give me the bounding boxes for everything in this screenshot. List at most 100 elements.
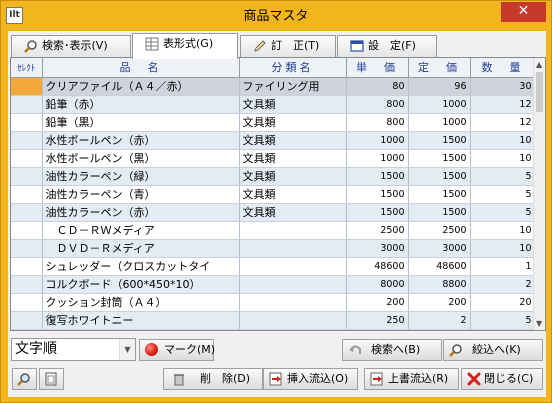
delete-button[interactable]: 削 除(D) xyxy=(163,368,263,390)
name-cell[interactable]: 油性カラーペン（青） xyxy=(42,185,240,204)
category-cell[interactable]: 文具類 xyxy=(239,167,347,186)
column-header-name[interactable]: 品 名 xyxy=(42,58,240,78)
category-cell[interactable] xyxy=(239,293,347,312)
select-cell[interactable] xyxy=(11,95,43,114)
quantity-cell[interactable]: 12 xyxy=(470,113,536,132)
select-cell[interactable] xyxy=(11,185,43,204)
unit-price-cell[interactable]: 48600 xyxy=(346,257,409,276)
category-cell[interactable] xyxy=(239,221,347,240)
name-cell[interactable]: 水性ボールペン（赤） xyxy=(42,131,240,150)
name-cell[interactable]: 油性カラーペン（緑） xyxy=(42,167,240,186)
select-cell[interactable] xyxy=(11,311,43,330)
list-price-cell[interactable]: 2 xyxy=(408,311,471,330)
column-header-category[interactable]: 分類名 xyxy=(239,58,347,78)
column-header-select[interactable]: ｾﾚｸﾄ xyxy=(11,58,43,78)
unit-price-cell[interactable]: 250 xyxy=(346,311,409,330)
table-row[interactable]: 鉛筆（黒） 文具類 800 1000 12 xyxy=(11,113,536,132)
select-cell[interactable] xyxy=(11,221,43,240)
vertical-scrollbar[interactable]: ▲ ▼ xyxy=(533,58,545,330)
product-grid[interactable]: ｾﾚｸﾄ 品 名 分類名 単 価 定 価 数 量 クリアファイル（Ａ４／赤） ファ… xyxy=(10,57,546,331)
table-row[interactable]: 水性ボールペン（黒） 文具類 1000 1500 10 xyxy=(11,149,536,168)
unit-price-cell[interactable]: 80 xyxy=(346,77,409,96)
select-cell[interactable] xyxy=(11,131,43,150)
tab-table-format[interactable]: 表形式(G) xyxy=(132,33,238,59)
category-cell[interactable] xyxy=(239,311,347,330)
list-price-cell[interactable]: 3000 xyxy=(408,239,471,258)
table-row[interactable]: シュレッダー（クロスカットタイ 48600 48600 1 xyxy=(11,257,536,276)
unit-price-cell[interactable]: 1000 xyxy=(346,149,409,168)
unit-price-cell[interactable]: 2500 xyxy=(346,221,409,240)
category-cell[interactable] xyxy=(239,257,347,276)
chevron-down-icon[interactable]: ▼ xyxy=(119,339,135,360)
category-cell[interactable]: 文具類 xyxy=(239,95,347,114)
quantity-cell[interactable]: 12 xyxy=(470,95,536,114)
list-price-cell[interactable]: 1500 xyxy=(408,131,471,150)
overwrite-pour-button[interactable]: 上書流込(R) xyxy=(364,368,459,390)
select-cell[interactable] xyxy=(11,275,43,294)
close-window-button[interactable]: ✕ xyxy=(501,2,546,22)
quantity-cell[interactable]: 10 xyxy=(470,149,536,168)
quantity-cell[interactable]: 2 xyxy=(470,275,536,294)
list-price-cell[interactable]: 1500 xyxy=(408,203,471,222)
unit-price-cell[interactable]: 1000 xyxy=(346,131,409,150)
name-cell[interactable]: クッション封筒（Ａ４） xyxy=(42,293,240,312)
category-cell[interactable]: 文具類 xyxy=(239,113,347,132)
list-price-cell[interactable]: 200 xyxy=(408,293,471,312)
unit-price-cell[interactable]: 800 xyxy=(346,113,409,132)
select-cell[interactable] xyxy=(11,203,43,222)
quantity-cell[interactable]: 20 xyxy=(470,293,536,312)
memo-button[interactable] xyxy=(39,368,64,390)
table-row[interactable]: ＣＤ－ＲＷメディア 2500 2500 10 xyxy=(11,221,536,240)
list-price-cell[interactable]: 1500 xyxy=(408,167,471,186)
name-cell[interactable]: 復写ホワイトニー xyxy=(42,311,240,330)
list-price-cell[interactable]: 1500 xyxy=(408,185,471,204)
close-button[interactable]: 閉じる(C) xyxy=(461,368,543,390)
unit-price-cell[interactable]: 800 xyxy=(346,95,409,114)
list-price-cell[interactable]: 1000 xyxy=(408,95,471,114)
name-cell[interactable]: 水性ボールペン（黒） xyxy=(42,149,240,168)
quantity-cell[interactable]: 5 xyxy=(470,185,536,204)
select-cell[interactable] xyxy=(11,293,43,312)
select-cell[interactable] xyxy=(11,149,43,168)
table-row[interactable]: 油性カラーペン（緑） 文具類 1500 1500 5 xyxy=(11,167,536,186)
column-header-quantity[interactable]: 数 量 xyxy=(470,58,536,78)
unit-price-cell[interactable]: 1500 xyxy=(346,167,409,186)
quantity-cell[interactable]: 5 xyxy=(470,203,536,222)
table-row[interactable]: 鉛筆（赤） 文具類 800 1000 12 xyxy=(11,95,536,114)
table-row[interactable]: 油性カラーペン（青） 文具類 1500 1500 5 xyxy=(11,185,536,204)
quantity-cell[interactable]: 5 xyxy=(470,167,536,186)
quantity-cell[interactable]: 10 xyxy=(470,131,536,150)
select-cell[interactable] xyxy=(11,77,43,96)
unit-price-cell[interactable]: 1500 xyxy=(346,203,409,222)
table-row[interactable]: 復写ホワイトニー 250 2 5 xyxy=(11,311,536,330)
quantity-cell[interactable]: 1 xyxy=(470,257,536,276)
quantity-cell[interactable]: 10 xyxy=(470,239,536,258)
table-row[interactable]: クリアファイル（Ａ４／赤） ファイリング用 80 96 30 xyxy=(11,77,536,96)
quantity-cell[interactable]: 5 xyxy=(470,311,536,330)
mark-button[interactable]: マーク(M) xyxy=(139,339,215,361)
column-header-list-price[interactable]: 定 価 xyxy=(408,58,471,78)
table-row[interactable]: ＤＶＤ－Ｒメディア 3000 3000 10 xyxy=(11,239,536,258)
name-cell[interactable]: 鉛筆（赤） xyxy=(42,95,240,114)
quantity-cell[interactable]: 30 xyxy=(470,77,536,96)
name-cell[interactable]: シュレッダー（クロスカットタイ xyxy=(42,257,240,276)
scroll-down-arrow-icon[interactable]: ▼ xyxy=(536,319,542,328)
sort-order-select[interactable]: 文字順 ▼ xyxy=(11,338,136,361)
name-cell[interactable]: 鉛筆（黒） xyxy=(42,113,240,132)
select-cell[interactable] xyxy=(11,257,43,276)
name-cell[interactable]: ＤＶＤ－Ｒメディア xyxy=(42,239,240,258)
name-cell[interactable]: クリアファイル（Ａ４／赤） xyxy=(42,77,240,96)
list-price-cell[interactable]: 48600 xyxy=(408,257,471,276)
select-cell[interactable] xyxy=(11,167,43,186)
tab-settings[interactable]: 設 定(F) xyxy=(337,35,437,57)
name-cell[interactable]: コルクボード（600*450*10） xyxy=(42,275,240,294)
category-cell[interactable] xyxy=(239,275,347,294)
category-cell[interactable]: 文具類 xyxy=(239,185,347,204)
name-cell[interactable]: ＣＤ－ＲＷメディア xyxy=(42,221,240,240)
select-cell[interactable] xyxy=(11,239,43,258)
select-cell[interactable] xyxy=(11,113,43,132)
name-cell[interactable]: 油性カラーペン（赤） xyxy=(42,203,240,222)
table-row[interactable]: 水性ボールペン（赤） 文具類 1000 1500 10 xyxy=(11,131,536,150)
tab-search-view[interactable]: 検索･表示(V) xyxy=(11,35,131,57)
scroll-thumb[interactable] xyxy=(536,72,543,112)
